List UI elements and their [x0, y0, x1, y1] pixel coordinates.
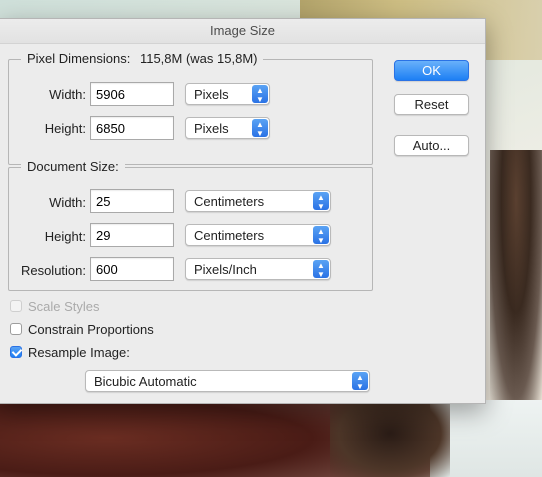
resolution-label: Resolution:: [20, 263, 86, 278]
pixel-dimensions-size: 115,8M (was 15,8M): [139, 51, 258, 66]
pixel-dimensions-group: Pixel Dimensions: 115,8M (was 15,8M) Wid…: [8, 51, 373, 165]
scale-styles-box: [10, 300, 22, 312]
resolution-unit-select[interactable]: Pixels/Inch ▲ ▼: [185, 258, 331, 280]
doc-height-unit-value: Centimeters: [194, 228, 265, 243]
auto-button[interactable]: Auto...: [394, 135, 469, 156]
photo-person-area: [490, 150, 542, 400]
pixel-height-unit-value: Pixels: [194, 121, 229, 136]
select-arrows-icon: ▲ ▼: [313, 192, 329, 211]
pixel-width-label: Width:: [49, 87, 86, 102]
resample-method-select[interactable]: Bicubic Automatic ▲ ▼: [85, 370, 370, 392]
image-size-dialog: Image Size Pixel Dimensions: 115,8M (was…: [0, 18, 486, 404]
constrain-proportions-label: Constrain Proportions: [28, 322, 154, 337]
document-size-legend: Document Size:: [21, 159, 125, 174]
doc-height-unit-select[interactable]: Centimeters ▲ ▼: [185, 224, 331, 246]
doc-width-unit-value: Centimeters: [194, 194, 265, 209]
checkmark-icon: [10, 346, 22, 358]
resolution-unit-value: Pixels/Inch: [194, 262, 257, 277]
pixel-height-unit-select[interactable]: Pixels ▲ ▼: [185, 117, 270, 139]
scale-styles-label: Scale Styles: [28, 299, 100, 314]
pixel-dimensions-label: Pixel Dimensions:: [27, 51, 131, 66]
pixel-width-unit-value: Pixels: [194, 87, 229, 102]
reset-button[interactable]: Reset: [394, 94, 469, 115]
pixel-dimensions-legend: Pixel Dimensions: 115,8M (was 15,8M): [21, 51, 264, 66]
resolution-input[interactable]: [90, 257, 174, 281]
dialog-title: Image Size: [0, 19, 485, 44]
doc-height-input[interactable]: [90, 223, 174, 247]
pixel-width-unit-select[interactable]: Pixels ▲ ▼: [185, 83, 270, 105]
pixel-height-label: Height:: [44, 121, 86, 136]
ok-button[interactable]: OK: [394, 60, 469, 81]
doc-width-label: Width:: [49, 195, 86, 210]
select-arrows-icon: ▲ ▼: [252, 119, 268, 138]
pixel-width-input[interactable]: [90, 82, 174, 106]
resample-image-label: Resample Image:: [28, 345, 130, 360]
constrain-proportions-box: [10, 323, 22, 335]
select-arrows-icon: ▲ ▼: [352, 372, 368, 391]
doc-height-label: Height:: [44, 229, 86, 244]
resample-method-value: Bicubic Automatic: [94, 374, 197, 389]
select-arrows-icon: ▲ ▼: [252, 85, 268, 104]
document-size-group: Document Size: Width: Centimeters ▲▼ Hei…: [8, 159, 373, 291]
doc-width-unit-select[interactable]: Centimeters ▲ ▼: [185, 190, 331, 212]
doc-width-input[interactable]: [90, 189, 174, 213]
select-arrows-icon: ▲ ▼: [313, 260, 329, 279]
pixel-height-input[interactable]: [90, 116, 174, 140]
select-arrows-icon: ▲ ▼: [313, 226, 329, 245]
